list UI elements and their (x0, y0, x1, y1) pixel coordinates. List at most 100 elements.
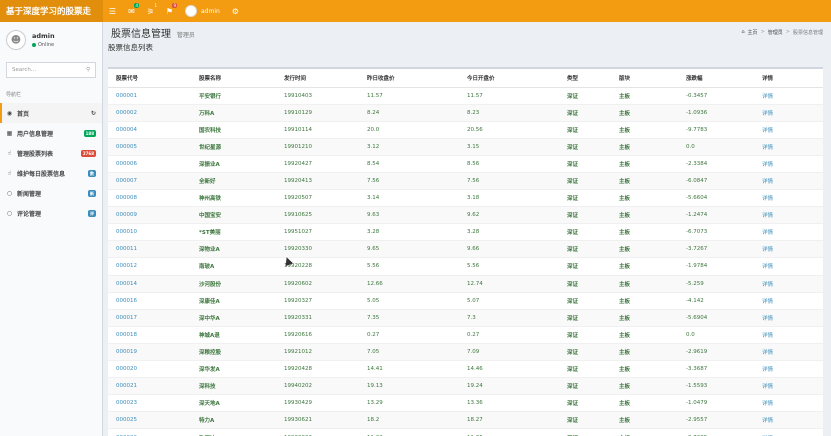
cell-board: 主板 (611, 120, 678, 139)
settings-icon[interactable]: ⚙ (226, 0, 245, 22)
detail-link[interactable]: 详情 (754, 240, 823, 258)
cell-issue-date: 19901210 (276, 137, 359, 156)
cell-name: 万科A (191, 103, 276, 122)
app-brand[interactable]: 基于深度学习的股票走 (0, 0, 103, 22)
table-row: 000023 深天地A 19930429 13.29 13.36 深证 主板 -1.0479 详… (108, 394, 823, 412)
detail-link[interactable]: 详情 (754, 137, 823, 156)
table-row: 000012 南玻A 19920228 5.56 5.56 深证 主板 -1.9784 详情 (108, 257, 823, 276)
breadcrumb-admin[interactable]: 管理员 (768, 29, 783, 36)
mail-icon[interactable]: ✉ 4 (122, 0, 141, 22)
table-row: 000005 世纪星源 19901210 3.12 3.15 深证 主板 0.0 详情 (108, 137, 823, 156)
cell-prev-close: 7.35 (359, 308, 459, 327)
cell-name: 深天地A (191, 394, 276, 412)
search-icon[interactable]: ⚲ (86, 67, 90, 73)
cell-type: 深证 (559, 274, 611, 293)
detail-link[interactable]: 详情 (754, 86, 823, 105)
cell-board: 主板 (611, 291, 678, 310)
detail-link[interactable]: 详情 (754, 223, 823, 241)
sidebar-search[interactable]: Search... ⚲ (6, 62, 96, 78)
detail-link[interactable]: 详情 (754, 206, 823, 224)
cell-board: 主板 (611, 394, 678, 412)
bell-icon[interactable]: ⚞ 1 (141, 0, 160, 22)
cell-name: 深康佳A (191, 291, 276, 310)
cell-change: 0.0 (678, 137, 754, 156)
cell-type: 深证 (559, 411, 611, 429)
detail-link[interactable]: 详情 (754, 308, 823, 327)
table-row: 000002 万科A 19910129 8.24 8.23 深证 主板 -1.0936 详情 (108, 103, 823, 122)
detail-link[interactable]: 详情 (754, 359, 823, 378)
cell-issue-date: 19920327 (276, 291, 359, 310)
cell-board: 主板 (611, 377, 678, 395)
cell-name: 深科技 (191, 377, 276, 395)
comment-icon: ○ (6, 189, 13, 197)
count-badge: 188 (83, 129, 96, 137)
sidebar-item-comments[interactable]: ○ 评论管理 评 (0, 203, 102, 223)
table-row: 000008 神州高铁 19920507 3.14 3.18 深证 主板 -5.6604 详情 (108, 189, 823, 207)
sidebar-item-users[interactable]: ▦ 用户信息管理 188 (0, 123, 102, 143)
detail-link[interactable]: 详情 (754, 171, 823, 190)
detail-link[interactable]: 详情 (754, 103, 823, 122)
cell-name: 深粮控股 (191, 342, 276, 361)
cell-prev-close: 13.29 (359, 394, 459, 412)
table-row: 000011 深物业A 19920330 9.65 9.66 深证 主板 -3.7267 详情 (108, 240, 823, 258)
sidebar-item-stock-list[interactable]: ☝ 管理股票列表 2768 (0, 143, 102, 163)
cell-type: 深证 (559, 154, 611, 173)
detail-link[interactable]: 详情 (754, 325, 823, 344)
detail-link[interactable]: 详情 (754, 428, 823, 436)
table-row: 000026飞亚达A1993060311.3211.35深证主板-3.7685详… (108, 428, 823, 436)
mail-badge: 4 (134, 3, 139, 8)
detail-link[interactable]: 详情 (754, 377, 823, 395)
col-code: 股票代号 (108, 69, 191, 88)
cell-name: 神城A退 (191, 325, 276, 344)
cell-change: -6.0847 (678, 171, 754, 190)
cell-change: -2.9557 (678, 411, 754, 429)
cell-type: 深证 (559, 223, 611, 241)
detail-link[interactable]: 详情 (754, 411, 823, 429)
cell-code: 000006 (108, 154, 191, 173)
cell-board: 主板 (611, 189, 678, 207)
detail-link[interactable]: 详情 (754, 394, 823, 412)
cell-board: 主板 (611, 103, 678, 122)
flag-icon[interactable]: ⚑ 9 (160, 0, 179, 22)
detail-link[interactable]: 详情 (754, 291, 823, 310)
cell-issue-date: 19940202 (276, 377, 359, 395)
cell-today-open: 20.56 (459, 120, 559, 139)
detail-link[interactable]: 详情 (754, 342, 823, 361)
cell-today-open: 5.56 (459, 257, 559, 276)
cell-prev-close: 9.63 (359, 206, 459, 224)
table-row: 000020 深华发A 19920428 14.41 14.46 深证 主板 -3.3687 详… (108, 359, 823, 378)
user-menu[interactable]: admin (179, 5, 226, 17)
cell-code: 000023 (108, 394, 191, 412)
table-row: 000021 深科技 19940202 19.13 19.24 深证 主板 -1.5593 详情 (108, 377, 823, 395)
col-change: 涨跌幅 (678, 69, 754, 88)
breadcrumb-home[interactable]: 主页 (748, 29, 758, 36)
dashboard-icon: ◉ (6, 109, 13, 117)
sidebar-toggle-icon[interactable]: ☰ (103, 0, 122, 22)
col-today-open: 今日开盘价 (459, 69, 559, 88)
cell-code: 000002 (108, 103, 191, 122)
cell-code: 000020 (108, 359, 191, 378)
cell-type: 深证 (559, 86, 611, 105)
sidebar-item-news[interactable]: ○ 新闻管理 新 (0, 183, 102, 203)
cell-board: 主板 (611, 308, 678, 327)
search-input[interactable]: Search... (12, 67, 36, 73)
col-type: 类型 (559, 69, 611, 88)
sidebar-username: admin (32, 32, 55, 40)
table-row: 000001 平安银行 19910403 11.57 11.57 深证 主板 -0.3457 详… (108, 86, 823, 105)
detail-link[interactable]: 详情 (754, 274, 823, 293)
cell-issue-date: 19920331 (276, 308, 359, 327)
refresh-icon: ↻ (90, 109, 96, 117)
cell-board: 主板 (611, 342, 678, 361)
sidebar: ☻ admin Online Search... ⚲ 导航栏 ◉ 首页 ↻ ▦ … (0, 22, 103, 436)
cell-code: 000007 (108, 171, 191, 190)
detail-link[interactable]: 详情 (754, 189, 823, 207)
detail-link[interactable]: 详情 (754, 257, 823, 276)
cell-type: 深证 (559, 342, 611, 361)
cell-change: -0.3457 (678, 86, 754, 105)
sidebar-item-daily-info[interactable]: ☝ 维护每日股票信息 数 (0, 163, 102, 183)
cell-change: -2.9619 (678, 342, 754, 361)
detail-link[interactable]: 详情 (754, 154, 823, 173)
flag-badge: 9 (172, 3, 177, 8)
detail-link[interactable]: 详情 (754, 120, 823, 139)
sidebar-item-home[interactable]: ◉ 首页 ↻ (0, 103, 102, 123)
